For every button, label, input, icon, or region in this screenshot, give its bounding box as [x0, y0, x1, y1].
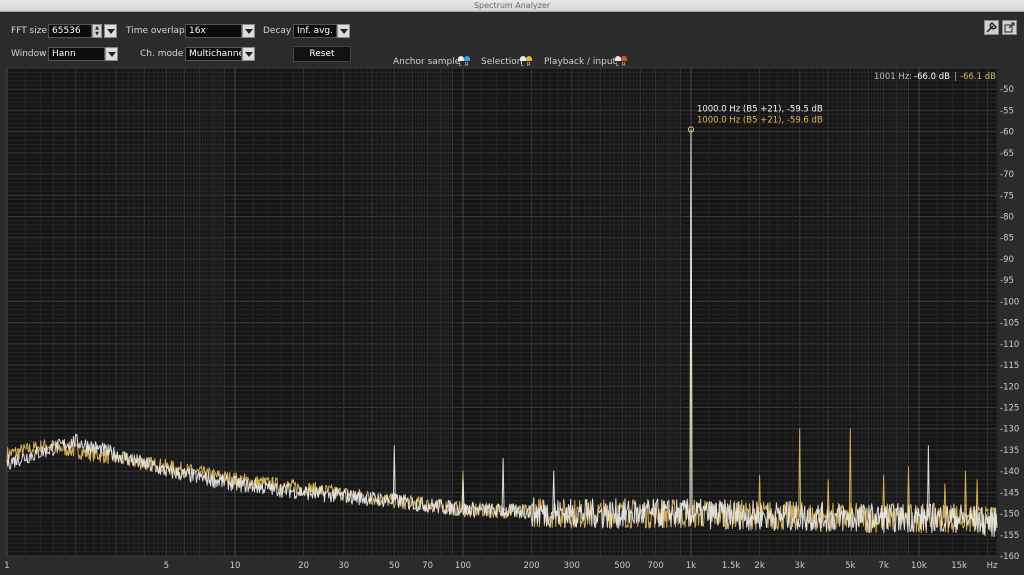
y-tick-label: -160 — [1000, 552, 1019, 562]
y-tick-label: -105 — [1000, 319, 1019, 329]
x-tick-label: 20 — [298, 561, 309, 571]
y-tick-label: -70 — [1000, 170, 1014, 180]
y-tick-label: -60 — [1000, 128, 1014, 138]
plot-background — [7, 68, 997, 556]
readout-yellow-value: -66.1 dB — [960, 72, 996, 82]
y-tick-label: -95 — [1000, 276, 1014, 286]
x-tick-label: 500 — [614, 561, 630, 571]
y-tick-label: -80 — [1000, 213, 1014, 223]
x-tick-label: 1.5k — [722, 561, 741, 571]
x-tick-label: 3k — [795, 561, 805, 571]
x-tick-label: 5k — [845, 561, 855, 571]
x-tick-label: 1 — [4, 561, 9, 571]
y-tick-label: -155 — [1000, 531, 1019, 541]
readout-frequency: 1001 Hz: — [874, 72, 912, 82]
x-tick-label: 2k — [754, 561, 764, 571]
y-tick-label: -135 — [1000, 446, 1019, 456]
x-tick-label: 70 — [422, 561, 433, 571]
y-tick-label: -140 — [1000, 467, 1019, 477]
x-tick-label: 10k — [911, 561, 927, 571]
x-tick-label: 50 — [389, 561, 400, 571]
x-axis-ticks: 1 5 10 20 30 50 70 100 200 300 500 700 1k 1.5k 2k 3k 5k 7… — [4, 561, 998, 571]
x-tick-label: 1k — [686, 561, 696, 571]
x-tick-label: 30 — [338, 561, 349, 571]
y-axis-ticks: -50 -55 -60 -65 -70 -75 -80 -85 -90 -95 -100 -105 -1… — [1000, 85, 1019, 562]
x-tick-label: 5 — [164, 561, 169, 571]
y-tick-label: -115 — [1000, 361, 1019, 371]
x-tick-label: 200 — [523, 561, 539, 571]
y-tick-label: -130 — [1000, 425, 1019, 435]
y-tick-label: -65 — [1000, 149, 1014, 159]
readout-separator: | — [954, 72, 957, 82]
peak-annotation-white: 1000.0 Hz (B5 +21), -59.5 dB — [697, 105, 823, 115]
x-tick-label: 15k — [951, 561, 967, 571]
x-tick-label: 100 — [455, 561, 471, 571]
x-tick-label: 10 — [230, 561, 241, 571]
x-tick-label: 300 — [564, 561, 580, 571]
x-tick-label: 7k — [878, 561, 888, 571]
y-tick-label: -150 — [1000, 510, 1019, 520]
readout-white-value: -66.0 dB — [914, 72, 950, 82]
y-tick-label: -145 — [1000, 488, 1019, 498]
y-tick-label: -120 — [1000, 382, 1019, 392]
y-tick-label: -125 — [1000, 403, 1019, 413]
y-tick-label: -85 — [1000, 234, 1014, 244]
y-tick-label: -75 — [1000, 191, 1014, 201]
y-tick-label: -50 — [1000, 85, 1014, 95]
y-tick-label: -100 — [1000, 297, 1019, 307]
x-tick-label: Hz — [987, 561, 998, 571]
spectrum-plot[interactable]: 1 5 10 20 30 50 70 100 200 300 500 700 1k 1.5k 2k 3k 5k 7… — [0, 0, 1024, 575]
x-tick-label: 700 — [648, 561, 664, 571]
y-tick-label: -110 — [1000, 340, 1019, 350]
y-tick-label: -55 — [1000, 106, 1014, 116]
peak-annotation-yellow: 1000.0 Hz (B5 +21), -59.6 dB — [697, 116, 823, 126]
y-tick-label: -90 — [1000, 255, 1014, 265]
